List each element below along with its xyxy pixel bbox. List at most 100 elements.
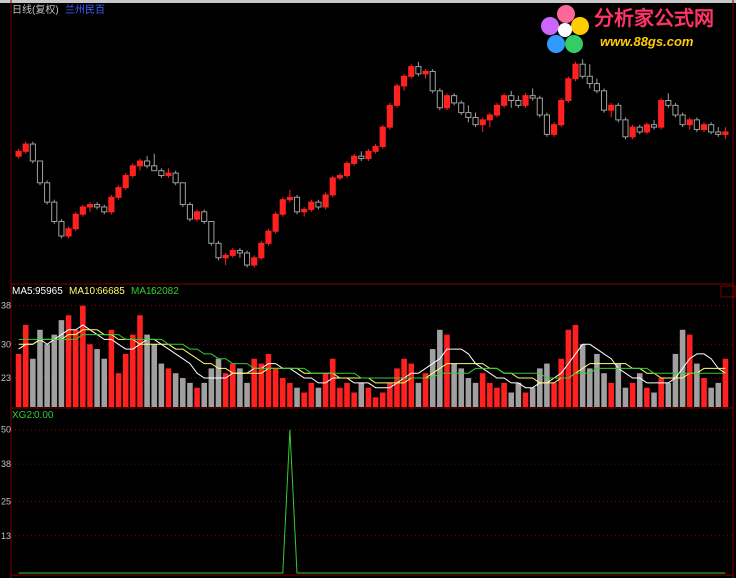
candle-body — [393, 85, 401, 106]
candle-body — [679, 114, 686, 126]
candle-body — [101, 206, 108, 213]
candle-body — [236, 250, 243, 254]
candlestick — [422, 69, 429, 79]
candle-body — [372, 145, 379, 152]
candle-body — [322, 194, 329, 208]
candlestick — [593, 78, 600, 94]
volume-bar — [201, 382, 207, 407]
candlestick — [379, 124, 386, 149]
candlestick — [144, 156, 151, 169]
candlestick — [336, 173, 343, 181]
candlestick — [608, 102, 615, 118]
volume-bar — [37, 329, 43, 407]
volume-bar — [394, 368, 400, 407]
candle-body — [608, 104, 615, 111]
candlestick — [115, 185, 122, 200]
volume-tick-label: 23 — [1, 373, 11, 383]
volume-tick-label: 38 — [1, 301, 11, 311]
candle-body — [629, 126, 636, 138]
candlestick — [365, 148, 372, 161]
candlestick — [243, 250, 251, 268]
volume-bar — [451, 363, 457, 407]
candle-body — [144, 160, 151, 167]
candle-body — [408, 66, 415, 77]
candlestick — [415, 61, 422, 77]
volume-bar — [244, 382, 250, 407]
candle-body — [44, 182, 51, 203]
flower-logo-icon — [541, 5, 589, 53]
candle-body — [79, 206, 86, 215]
candle-body — [693, 119, 700, 131]
volume-bar — [137, 315, 143, 407]
volume-bar — [579, 344, 586, 407]
volume-bar — [208, 368, 215, 407]
candle-body — [15, 150, 22, 157]
candlestick — [401, 73, 408, 91]
candlestick — [179, 182, 186, 207]
candlestick — [693, 117, 700, 132]
chart-name: 日线(复权) — [12, 5, 59, 16]
volume-bar — [337, 387, 343, 407]
candlestick — [479, 117, 486, 132]
candlestick — [515, 95, 522, 108]
candle-body — [550, 124, 558, 135]
candle-body — [293, 196, 301, 213]
candle-body — [215, 242, 222, 259]
volume-bar — [629, 382, 636, 407]
candlestick — [436, 88, 443, 111]
candle-body — [115, 187, 122, 198]
candle-body — [36, 160, 44, 184]
volume-bar — [279, 378, 286, 407]
stock-name[interactable]: 兰州民百 — [65, 5, 105, 17]
watermark-site-url: www.88gs.com — [600, 34, 694, 49]
volume-bar — [329, 358, 336, 407]
volume-bar — [665, 382, 672, 407]
candle-body — [579, 63, 586, 77]
volume-bar — [444, 334, 450, 407]
candlestick — [493, 102, 501, 118]
volume-bar — [108, 329, 115, 407]
volume-bar — [22, 324, 29, 407]
candle-body — [94, 204, 101, 208]
volume-bar — [187, 382, 193, 407]
candle-body — [643, 124, 650, 133]
candlestick — [658, 98, 665, 130]
candle-body — [336, 175, 343, 179]
volume-bar — [172, 373, 179, 407]
candle-body — [365, 150, 372, 160]
candlestick — [686, 117, 693, 130]
volume-bar — [415, 382, 422, 407]
candlestick — [122, 173, 129, 191]
candlestick — [722, 127, 729, 140]
candle-body — [715, 131, 722, 135]
indicator-tick-label: 25 — [1, 496, 11, 506]
candlestick — [94, 202, 101, 210]
candlestick — [58, 219, 65, 239]
candlestick — [65, 226, 72, 239]
candle-body — [650, 124, 658, 128]
candlestick — [172, 170, 179, 186]
candle-body — [265, 230, 272, 244]
volume-bar — [708, 387, 714, 407]
volume-bar — [365, 387, 372, 407]
volume-bar — [237, 368, 243, 407]
volume-bar — [115, 373, 122, 407]
candle-body — [172, 172, 179, 184]
candlestick — [101, 204, 108, 215]
volume-bar — [558, 358, 564, 407]
volume-bar — [594, 353, 600, 407]
candle-body — [351, 155, 358, 164]
candlestick — [315, 199, 322, 210]
candle-body — [258, 242, 265, 259]
candlestick — [193, 209, 201, 222]
volume-bar — [358, 382, 365, 407]
candle-body — [422, 70, 429, 75]
candlestick — [129, 163, 136, 178]
candlestick — [550, 122, 558, 137]
candlestick — [36, 160, 44, 186]
volume-bar — [272, 368, 279, 407]
volume-bar — [644, 387, 650, 407]
candle-body — [136, 160, 144, 167]
candlestick — [665, 93, 672, 108]
candlestick — [586, 64, 593, 89]
